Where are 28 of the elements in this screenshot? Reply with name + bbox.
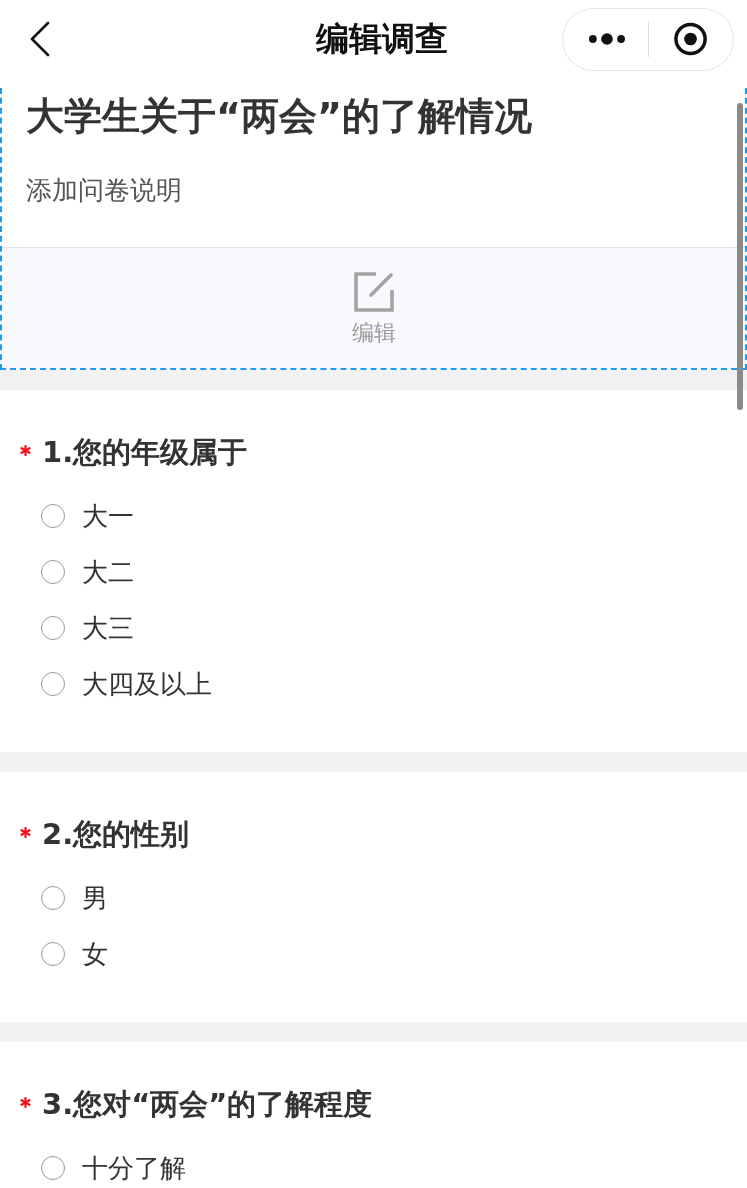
question-card[interactable]: 3.您对“两会”的了解程度 十分了解 <box>0 1042 747 1188</box>
back-icon[interactable] <box>30 21 50 57</box>
nav-title: 编辑调查 <box>316 18 448 60</box>
target-icon[interactable] <box>673 22 707 56</box>
radio-button[interactable] <box>41 616 65 640</box>
radio-button[interactable] <box>41 1156 65 1180</box>
option-label: 女 <box>82 938 108 971</box>
question-title: 2.您的性别 <box>42 816 190 852</box>
option-label: 大二 <box>82 556 134 589</box>
option-label: 十分了解 <box>82 1152 186 1185</box>
option-label: 大一 <box>82 500 134 533</box>
question-card[interactable]: 1.您的年级属于 大一 大二 大三 大四及以上 <box>0 390 747 752</box>
radio-button[interactable] <box>41 560 65 584</box>
option-label: 男 <box>82 882 108 915</box>
radio-button[interactable] <box>41 672 65 696</box>
radio-button[interactable] <box>41 942 65 966</box>
edit-icon <box>353 272 394 312</box>
radio-button[interactable] <box>41 504 65 528</box>
header-card[interactable]: 大学生关于“两会”的了解情况 添加问卷说明 编辑 <box>0 88 747 370</box>
question-title: 1.您的年级属于 <box>42 434 248 470</box>
survey-title: 大学生关于“两会”的了解情况 <box>26 93 533 140</box>
more-icon[interactable] <box>589 33 625 45</box>
radio-button[interactable] <box>41 886 65 910</box>
survey-description: 添加问卷说明 <box>26 174 183 207</box>
question-card[interactable]: 2.您的性别 男 女 <box>0 772 747 1022</box>
question-title: 3.您对“两会”的了解程度 <box>42 1086 373 1122</box>
option-label: 大四及以上 <box>82 668 212 701</box>
option-label: 大三 <box>82 612 134 645</box>
